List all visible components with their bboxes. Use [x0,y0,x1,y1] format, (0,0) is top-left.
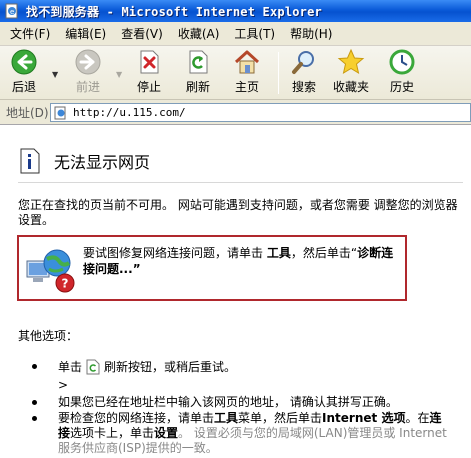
svg-text:?: ? [62,277,69,291]
menu-favorites[interactable]: 收藏(A) [172,25,229,42]
history-clock-icon [389,49,415,75]
search-icon [292,51,314,74]
diagnose-tools: 工具 [266,246,291,260]
search-label: 搜索 [291,80,316,94]
menu-bar: 文件(F) 编辑(E) 查看(V) 收藏(A) 工具(T) 帮助(H) [0,22,471,46]
home-button[interactable]: 主页 [233,48,261,95]
opt3-e: 。在 [405,411,430,425]
menu-view[interactable]: 查看(V) [115,25,172,42]
page-icon [54,106,66,119]
back-button[interactable]: 后退 [10,48,38,95]
home-icon [234,50,260,74]
svg-text:e: e [10,8,14,16]
menu-file[interactable]: 文件(F) [4,25,59,42]
favorites-button[interactable]: 收藏夹 [333,48,369,95]
diagnose-prefix: 要试图修复网络连接问题，请单击 [83,246,267,260]
address-label: 地址(D) [6,105,49,120]
window-title: 找不到服务器 - Microsoft Internet Explorer [26,4,322,19]
diagnose-text: 要试图修复网络连接问题，请单击 工具，然后单击“诊断连接问题...” [83,245,401,277]
list-item: 单击 刷新按钮，或稍后重试。 [32,359,236,375]
info-icon [20,148,40,174]
home-label: 主页 [234,80,259,94]
menu-tools[interactable]: 工具(T) [228,25,284,42]
page-title: 无法显示网页 [54,153,151,172]
toolbar-separator [278,52,279,94]
option-spelling: 如果您已经在地址栏中输入该网页的地址， 请确认其拼写正确。 [58,395,398,409]
back-dropdown-icon[interactable]: ▼ [52,70,58,79]
option-refresh-prefix: 单击 [58,360,83,374]
page-content: 无法显示网页 您正在查找的页当前不可用。 网站可能遇到支持问题，或者您需要 调整… [0,126,471,458]
list-item: 要检查您的网络连接，请单击工具菜单，然后单击Internet 选项。在连接选项卡… [32,411,452,456]
stop-label: 停止 [136,80,161,94]
forward-label: 前进 [75,80,100,94]
refresh-icon [189,50,208,74]
opt3-a: 要检查您的网络连接，请单击 [58,411,215,425]
menu-help[interactable]: 帮助(H) [284,25,341,42]
option-network: 要检查您的网络连接，请单击工具菜单，然后单击Internet 选项。在连接选项卡… [58,411,452,456]
address-url: http://u.115.com/ [73,106,186,119]
refresh-icon [86,359,100,375]
stop-button[interactable]: 停止 [135,48,163,95]
forward-dropdown-icon[interactable]: ▼ [116,70,122,79]
opt3-internet-options: Internet 选项 [322,411,406,425]
opt3-settings: 设置 [154,426,179,440]
history-label: 历史 [389,80,414,94]
refresh-label: 刷新 [185,80,210,94]
other-options-label: 其他选项： [18,329,79,343]
opt3-g: 选项卡上，单击 [70,426,155,440]
stop-icon [140,50,159,74]
favorites-label: 收藏夹 [333,80,370,94]
divider [18,182,463,183]
ie-page-icon: e [5,3,18,19]
diagnose-mid: ，然后单击“ [290,246,358,260]
title-bar[interactable]: e 找不到服务器 - Microsoft Internet Explorer [0,0,471,22]
forward-arrow-icon [75,49,101,75]
forward-button[interactable]: 前进 [74,48,102,95]
arrow-marker: > [58,378,69,392]
bullet-dot [32,400,37,405]
list-item: 如果您已经在地址栏中输入该网页的地址， 请确认其拼写正确。 [32,395,452,410]
diagnose-suffix: ” [132,262,141,276]
address-input[interactable]: http://u.115.com/ [50,103,471,122]
star-icon [337,48,365,75]
address-bar: 地址(D) http://u.115.com/ [0,100,471,125]
toolbar: 后退 ▼ 前进 ▼ 停止 刷新 主页 搜索 收藏夹 历史 [0,46,471,100]
bullet-dot [32,416,37,421]
diagnose-callout: ? 要试图修复网络连接问题，请单击 工具，然后单击“诊断连接问题...” [17,235,407,301]
back-arrow-icon [11,49,37,75]
bullet-dot [32,364,37,369]
network-diagnose-icon: ? [26,249,75,293]
opt3-tools: 工具 [214,411,239,425]
option-refresh-suffix: 刷新按钮，或稍后重试。 [104,360,237,374]
menu-edit[interactable]: 编辑(E) [59,25,115,42]
back-label: 后退 [11,80,36,94]
intro-text: 您正在查找的页当前不可用。 网站可能遇到支持问题，或者您需要 调整您的浏览器设置… [18,198,458,227]
search-button[interactable]: 搜索 [290,48,318,95]
history-button[interactable]: 历史 [388,48,416,95]
refresh-button[interactable]: 刷新 [184,48,212,95]
opt3-c: 菜单，然后单击 [238,411,323,425]
